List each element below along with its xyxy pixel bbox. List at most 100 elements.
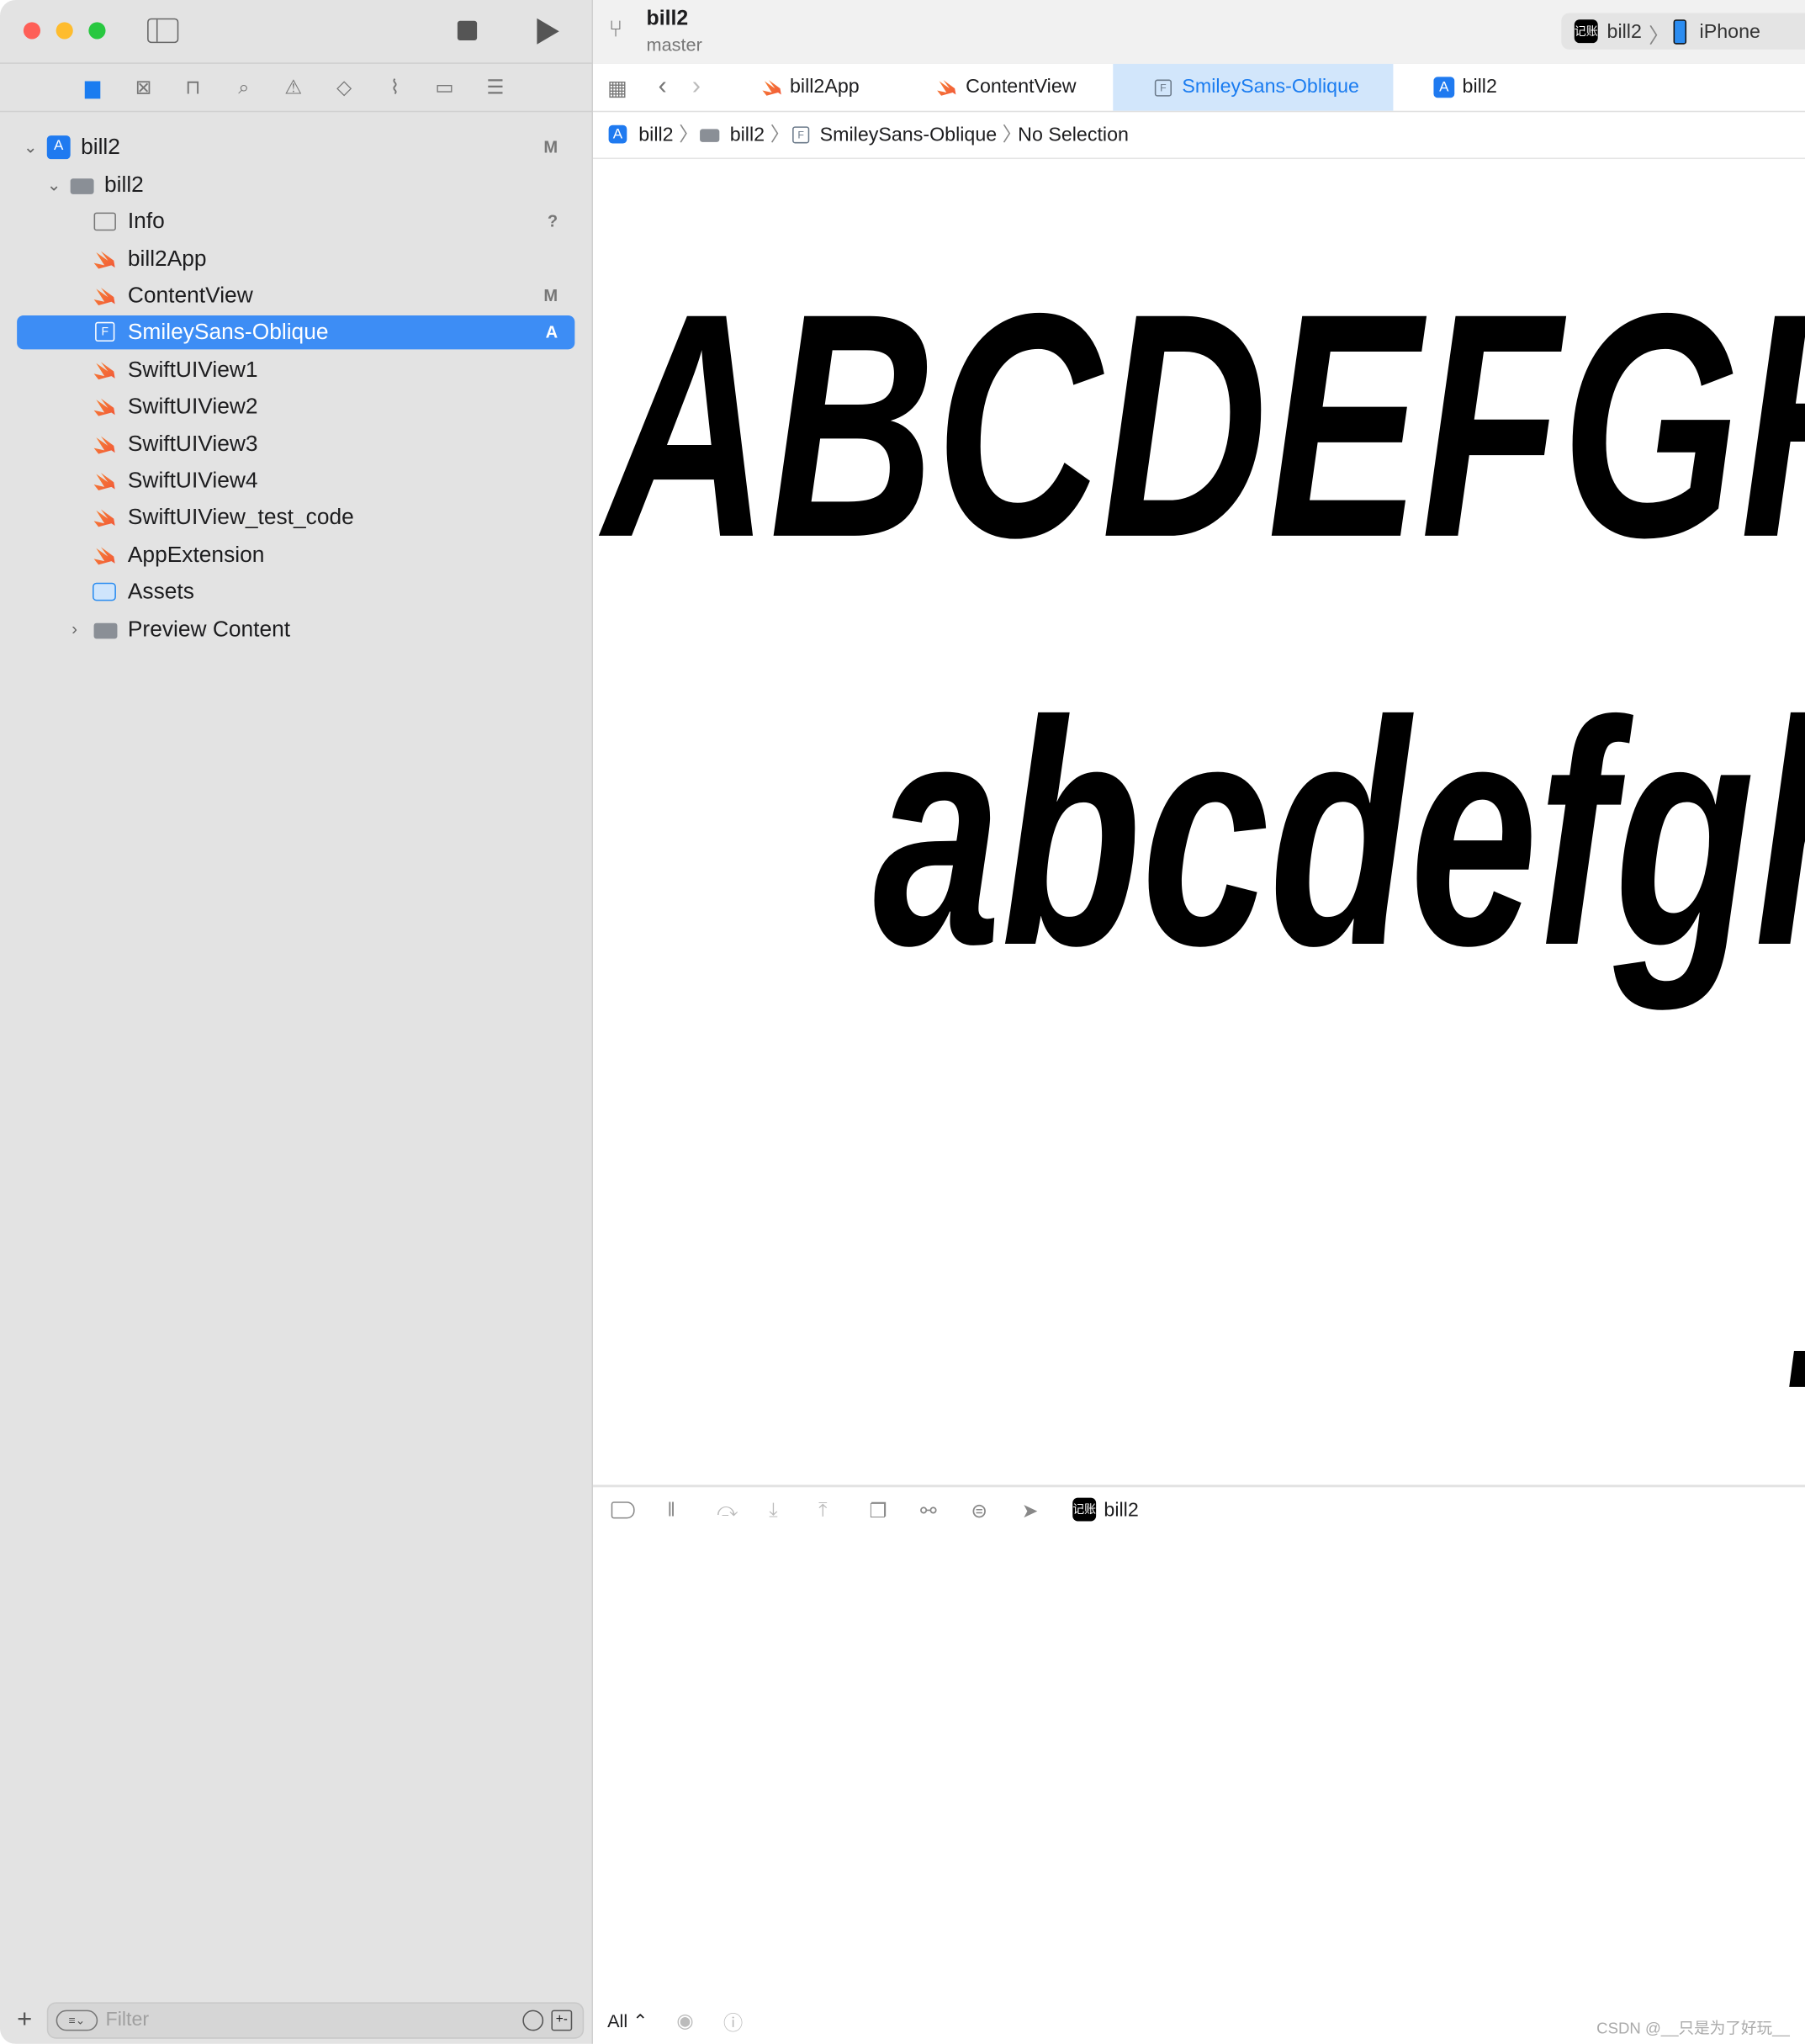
chevron-right-icon: 〉	[1649, 25, 1670, 49]
font-file-icon: F	[792, 126, 810, 144]
info-icon[interactable]: ⓘ	[723, 2009, 743, 2036]
chevron-down-icon[interactable]: ⌄	[47, 168, 61, 202]
nav-item-appextension[interactable]: AppExtension	[17, 538, 574, 572]
swift-icon	[93, 436, 115, 454]
nav-item-swiftuiview1[interactable]: SwiftUIView1	[17, 353, 574, 387]
debug-spray-icon[interactable]: ⌇	[382, 76, 408, 102]
test-diamond-icon[interactable]: ◇	[331, 76, 357, 102]
nav-item-bill2-folder[interactable]: ⌄ bill2	[17, 168, 574, 202]
swift-icon	[937, 80, 956, 96]
scheme-selector[interactable]: 记账 bill2 〉 iPhone	[1561, 13, 1805, 50]
step-out-icon[interactable]: ⤒	[818, 1499, 827, 1521]
chevron-right-icon: 〉	[679, 124, 699, 146]
swift-icon	[93, 251, 115, 269]
table-icon	[93, 212, 116, 231]
filter-input[interactable]: ≡⌄ Filter +-	[46, 2002, 585, 2039]
step-into-icon[interactable]: ⤓	[769, 1499, 777, 1521]
breadcrumb: A bill2 〉 bill2 〉 F SmileySans-Oblique 〉…	[593, 112, 1805, 160]
step-over-icon[interactable]: ⤼	[717, 1499, 738, 1521]
folder-icon	[70, 178, 94, 194]
branch-name: master	[646, 34, 702, 56]
font-preview: ABCDEFGHIJ abcdefghi 1	[593, 159, 1805, 1484]
nav-item-swiftuiview3[interactable]: SwiftUIView3	[17, 427, 574, 461]
sidebar-toggle-icon[interactable]	[147, 18, 179, 44]
nav-item-swiftuiview2[interactable]: SwiftUIView2	[17, 389, 574, 423]
minimize-button[interactable]	[56, 22, 73, 40]
nav-item-preview-content[interactable]: › Preview Content	[17, 612, 574, 646]
swift-icon	[93, 288, 115, 305]
zoom-button[interactable]	[88, 22, 106, 40]
project-title: bill2	[646, 8, 689, 30]
chevron-right-icon[interactable]: ›	[71, 612, 77, 646]
iphone-icon	[1673, 19, 1687, 45]
console-filter-select[interactable]: All ⌃	[607, 2010, 648, 2032]
preview-uppercase: ABCDEFGHIJ	[603, 246, 1805, 604]
symbol-navigator-icon[interactable]: ⊓	[180, 76, 206, 102]
swift-icon	[93, 509, 115, 527]
process-name[interactable]: bill2	[1104, 1499, 1138, 1521]
view-hierarchy-icon[interactable]: ❐	[870, 1499, 887, 1522]
source-control-icon[interactable]: ⊠	[130, 76, 156, 102]
source-control-filter-icon[interactable]: +-	[551, 2010, 573, 2031]
breakpoints-toggle-icon[interactable]	[611, 1501, 635, 1519]
swift-icon	[93, 473, 115, 490]
divider	[0, 110, 592, 113]
branch-icon: ⑂	[608, 15, 623, 42]
location-icon[interactable]: ➤	[1022, 1499, 1038, 1522]
assets-icon	[93, 582, 116, 601]
nav-item-info[interactable]: Info?	[17, 204, 574, 238]
app-icon: 记账	[1574, 19, 1598, 44]
back-button[interactable]: ‹	[658, 71, 666, 102]
swift-icon	[93, 362, 115, 380]
font-file-icon: F	[1154, 79, 1172, 97]
xcode-project-icon: A	[608, 124, 627, 144]
report-icon[interactable]: ☰	[482, 76, 508, 102]
tab-smileysans-oblique[interactable]: F SmileySans-Oblique	[1113, 63, 1394, 111]
eye-icon[interactable]: ◉	[676, 2009, 693, 2032]
toolbar: ⑂ bill2 master 记账 bill2 〉 iPhone	[593, 0, 1805, 66]
nav-item-contentview[interactable]: ContentView M	[17, 279, 574, 313]
nav-item-swiftuiview-test-code[interactable]: SwiftUIView_test_code	[17, 500, 574, 534]
debug-bar: ‖ ⤼ ⤓ ⤒ ❐ ⚯ ⊜ ➤ 记账 bill2	[593, 1485, 1805, 1538]
divider	[0, 62, 592, 64]
recent-files-clock-icon[interactable]	[522, 2010, 544, 2031]
folder-icon	[700, 129, 720, 142]
nav-item-bill2-project[interactable]: ⌄ Abill2 M	[17, 130, 574, 164]
close-button[interactable]	[23, 22, 41, 40]
stop-button[interactable]	[457, 20, 478, 41]
folder-icon	[93, 622, 118, 639]
pause-icon[interactable]: ‖	[667, 1499, 675, 1521]
nav-item-smileysans-oblique[interactable]: F SmileySans-Oblique A	[17, 315, 575, 350]
chevron-down-icon[interactable]: ⌄	[24, 130, 38, 164]
watermark: CSDN @__只是为了好玩__	[1596, 2019, 1790, 2038]
tab-contentview[interactable]: ContentView	[924, 64, 1107, 111]
forward-button[interactable]: ›	[692, 71, 701, 102]
swift-icon	[762, 80, 781, 96]
breakpoint-icon[interactable]: ▭	[431, 76, 458, 102]
app-icon: 记账	[1072, 1497, 1096, 1522]
nav-item-assets[interactable]: Assets	[17, 575, 574, 608]
run-button[interactable]	[537, 18, 559, 45]
tab-bill2[interactable]: Abill2	[1427, 64, 1532, 111]
memory-graph-icon[interactable]: ⚯	[920, 1499, 936, 1522]
search-icon[interactable]: ⌕	[230, 76, 257, 102]
preview-digits: 1	[1786, 1116, 1805, 1437]
console-area[interactable]: All ⌃ ◉ ⓘ CSDN @__只是为了好玩__	[593, 1533, 1805, 2044]
editor-tab-bar: ▦ ‹ › bill2App ContentView F SmileySans-O…	[593, 63, 1805, 113]
xcode-project-icon: A	[46, 135, 71, 160]
preview-lowercase: abcdefghi	[873, 654, 1805, 1012]
grid-icon[interactable]: ▦	[607, 76, 627, 102]
chevron-right-icon: 〉	[770, 124, 791, 146]
warning-icon[interactable]: ⚠	[280, 76, 306, 102]
swift-icon	[93, 398, 115, 416]
font-file-icon: F	[95, 321, 115, 342]
nav-item-swiftuiview4[interactable]: SwiftUIView4	[17, 464, 574, 498]
navigator-sidebar: ▆ ⊠ ⊓ ⌕ ⚠ ◇ ⌇ ▭ ☰ ⌄ Abill2 M ⌄ bill2 Info? …	[0, 0, 594, 2044]
nav-item-bill2app[interactable]: bill2App	[17, 242, 574, 276]
swift-icon	[93, 547, 115, 565]
environment-overrides-icon[interactable]: ⊜	[971, 1499, 987, 1522]
tab-bill2app[interactable]: bill2App	[747, 64, 897, 111]
filter-options-icon[interactable]: ≡⌄	[56, 2010, 98, 2031]
project-navigator-folder-icon[interactable]: ▆	[80, 76, 106, 102]
add-button[interactable]: +	[17, 2004, 32, 2035]
